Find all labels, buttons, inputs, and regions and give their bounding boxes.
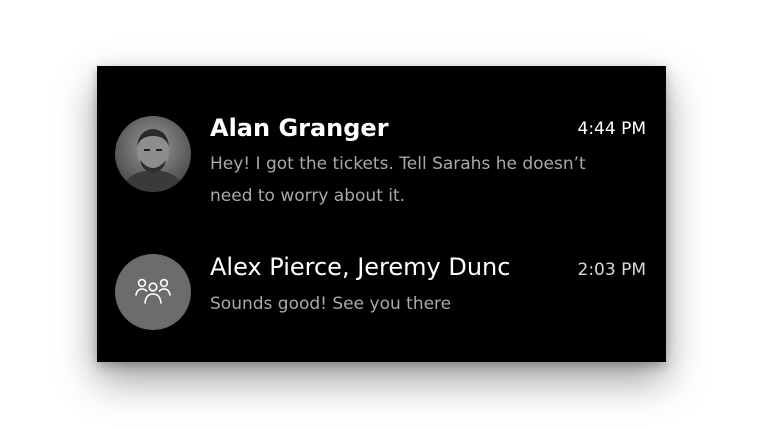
group-people-icon bbox=[135, 278, 171, 304]
contact-name: Alex Pierce, Jeremy Dunc bbox=[210, 253, 511, 281]
person-photo bbox=[115, 116, 191, 192]
avatar bbox=[115, 254, 191, 330]
avatar bbox=[115, 116, 191, 192]
message-time: 2:03 PM bbox=[577, 260, 647, 280]
contact-name: Alan Granger bbox=[210, 114, 389, 142]
conversation-item-alan-granger[interactable]: Alan Granger 4:44 PM Hey! I got the tick… bbox=[97, 106, 666, 226]
conversation-item-group[interactable]: Alex Pierce, Jeremy Dunc 2:03 PM Sounds … bbox=[97, 246, 666, 336]
message-preview: Sounds good! See you there bbox=[210, 294, 452, 314]
conversation-list: Alan Granger 4:44 PM Hey! I got the tick… bbox=[97, 66, 666, 362]
message-time: 4:44 PM bbox=[577, 119, 647, 139]
message-preview: Hey! I got the tickets. Tell Sarahs he d… bbox=[210, 154, 586, 206]
